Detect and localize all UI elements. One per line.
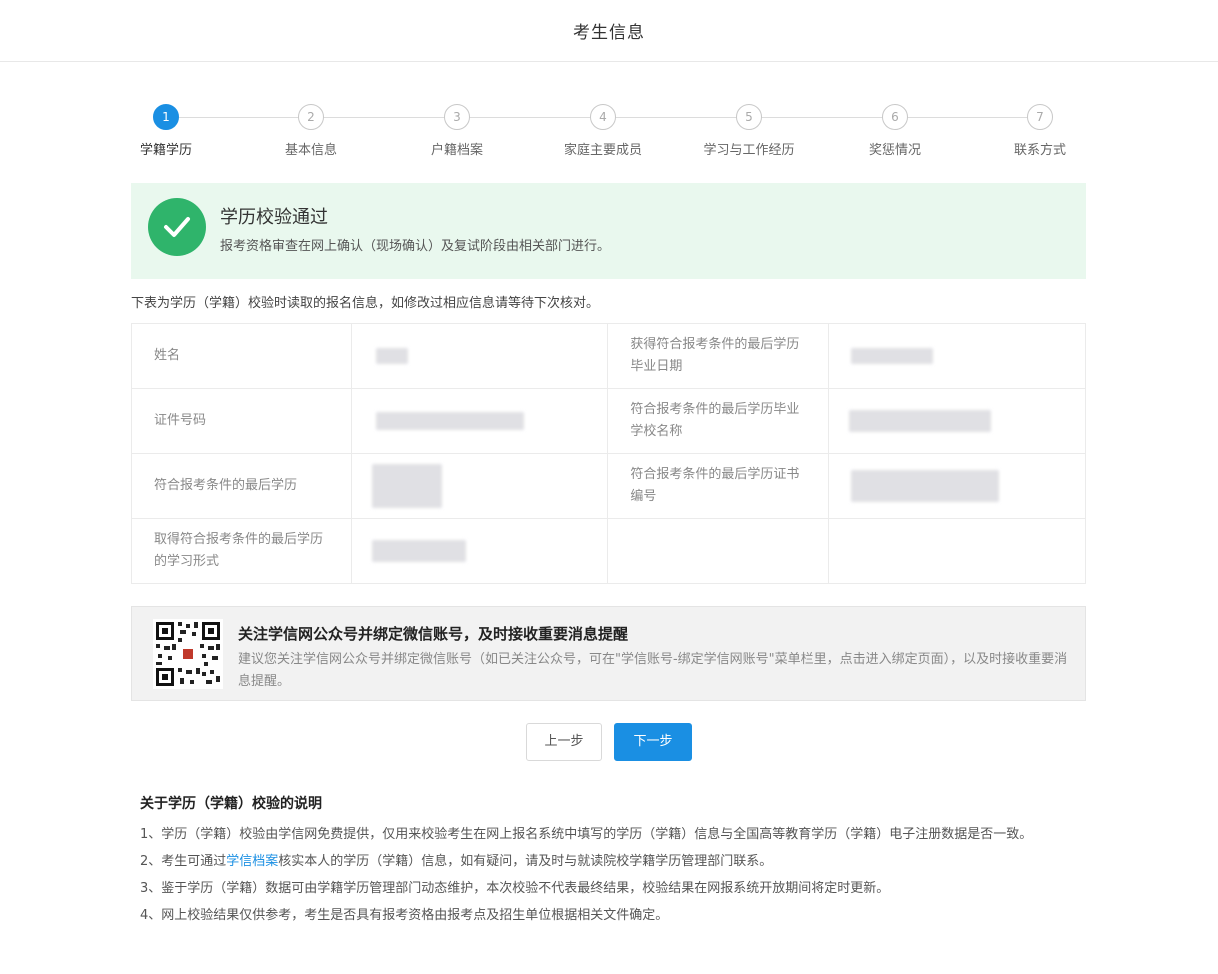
step-number: 1: [153, 104, 179, 130]
step-label: 联系方式: [1013, 143, 1066, 158]
table-row: 符合报考条件的最后学历 符合报考条件的最后学历证书编号: [131, 453, 1086, 519]
step-label: 奖惩情况: [868, 143, 921, 158]
step-label: 学习与工作经历: [703, 143, 795, 158]
wechat-notice-text: 建议您关注学信网公众号并绑定微信账号（如已关注公众号，可在"学信账号-绑定学信网…: [238, 652, 1068, 689]
grad-date-label: 获得符合报考条件的最后学历毕业日期: [607, 323, 830, 389]
qr-code-image: [153, 619, 223, 689]
step-number: 3: [444, 104, 470, 130]
degree-label: 符合报考条件的最后学历: [131, 453, 352, 519]
step-number: 2: [298, 104, 324, 130]
xuexin-archive-link[interactable]: 学信档案: [226, 854, 278, 869]
table-row: 证件号码 符合报考条件的最后学历毕业学校名称: [131, 388, 1086, 454]
school-label: 符合报考条件的最后学历毕业学校名称: [607, 388, 830, 454]
id-number-value-redacted: [350, 388, 609, 454]
study-form-label: 取得符合报考条件的最后学历的学习形式: [131, 518, 352, 584]
page-title: 考生信息: [573, 23, 645, 43]
step-number: 5: [736, 104, 762, 130]
table-intro-text: 下表为学历（学籍）校验时读取的报名信息，如修改过相应信息请等待下次核对。: [131, 296, 600, 311]
previous-step-button[interactable]: 上一步: [526, 723, 602, 761]
step-7[interactable]: 7 联系方式: [985, 104, 1095, 158]
school-value-redacted: [828, 388, 1086, 454]
step-number: 7: [1027, 104, 1053, 130]
step-4[interactable]: 4 家庭主要成员: [548, 104, 658, 158]
note-item: 1、学历（学籍）校验由学信网免费提供，仅用来校验考生在网上报名系统中填写的学历（…: [140, 827, 1033, 842]
step-label: 学籍学历: [139, 143, 192, 158]
step-label: 户籍档案: [430, 143, 483, 158]
step-number: 4: [590, 104, 616, 130]
verification-success-banner: 学历校验通过 报考资格审查在网上确认（现场确认）及复试阶段由相关部门进行。: [131, 183, 1086, 279]
certificate-number-value-redacted: [828, 453, 1086, 519]
step-6[interactable]: 6 奖惩情况: [840, 104, 950, 158]
name-label: 姓名: [131, 323, 352, 389]
success-subtitle: 报考资格审查在网上确认（现场确认）及复试阶段由相关部门进行。: [220, 239, 611, 254]
note-text: 核实本人的学历（学籍）信息，如有疑问，请及时与就读院校学籍学历管理部门联系。: [278, 854, 773, 869]
step-3[interactable]: 3 户籍档案: [402, 104, 512, 158]
notes-title: 关于学历（学籍）校验的说明: [140, 796, 322, 812]
certificate-number-label: 符合报考条件的最后学历证书编号: [607, 453, 830, 519]
step-1[interactable]: 1 学籍学历: [111, 104, 221, 158]
id-number-label: 证件号码: [131, 388, 352, 454]
step-label: 基本信息: [284, 143, 337, 158]
success-title: 学历校验通过: [220, 207, 328, 228]
step-5[interactable]: 5 学习与工作经历: [694, 104, 804, 158]
grad-date-value-redacted: [828, 323, 1086, 389]
wechat-follow-notice: 关注学信网公众号并绑定微信账号，及时接收重要消息提醒 建议您关注学信网公众号并绑…: [131, 606, 1086, 701]
degree-value-redacted: [350, 453, 609, 519]
study-form-value-redacted: [350, 518, 609, 584]
check-circle-icon: [148, 198, 206, 256]
note-item: 3、鉴于学历（学籍）数据可由学籍学历管理部门动态维护，本次校验不代表最终结果，校…: [140, 881, 890, 896]
step-number: 6: [882, 104, 908, 130]
note-text: 2、考生可通过: [140, 854, 227, 869]
wechat-notice-title: 关注学信网公众号并绑定微信账号，及时接收重要消息提醒: [238, 625, 629, 643]
step-2[interactable]: 2 基本信息: [256, 104, 366, 158]
table-row: 姓名 获得符合报考条件的最后学历毕业日期: [131, 323, 1086, 389]
note-item: 4、网上校验结果仅供参考，考生是否具有报考资格由报考点及招生单位根据相关文件确定…: [140, 908, 669, 923]
next-step-button[interactable]: 下一步: [614, 723, 692, 761]
empty-cell: [607, 518, 830, 584]
step-label: 家庭主要成员: [563, 143, 642, 158]
empty-cell: [828, 518, 1086, 584]
progress-steps: 1 学籍学历 2 基本信息 3 户籍档案 4 家庭主要成员 5 学习与工作经历 …: [131, 104, 1086, 158]
table-row: 取得符合报考条件的最后学历的学习形式: [131, 518, 1086, 584]
candidate-info-table: 姓名 获得符合报考条件的最后学历毕业日期 证件号码 符合报考条件的最后学历毕业学…: [131, 323, 1086, 584]
note-item: 2、考生可通过学信档案核实本人的学历（学籍）信息，如有疑问，请及时与就读院校学籍…: [140, 848, 1080, 875]
name-value-redacted: [350, 323, 609, 389]
verification-notes: 关于学历（学籍）校验的说明 1、学历（学籍）校验由学信网免费提供，仅用来校验考生…: [140, 793, 1080, 929]
page-header: 考生信息: [0, 0, 1218, 62]
